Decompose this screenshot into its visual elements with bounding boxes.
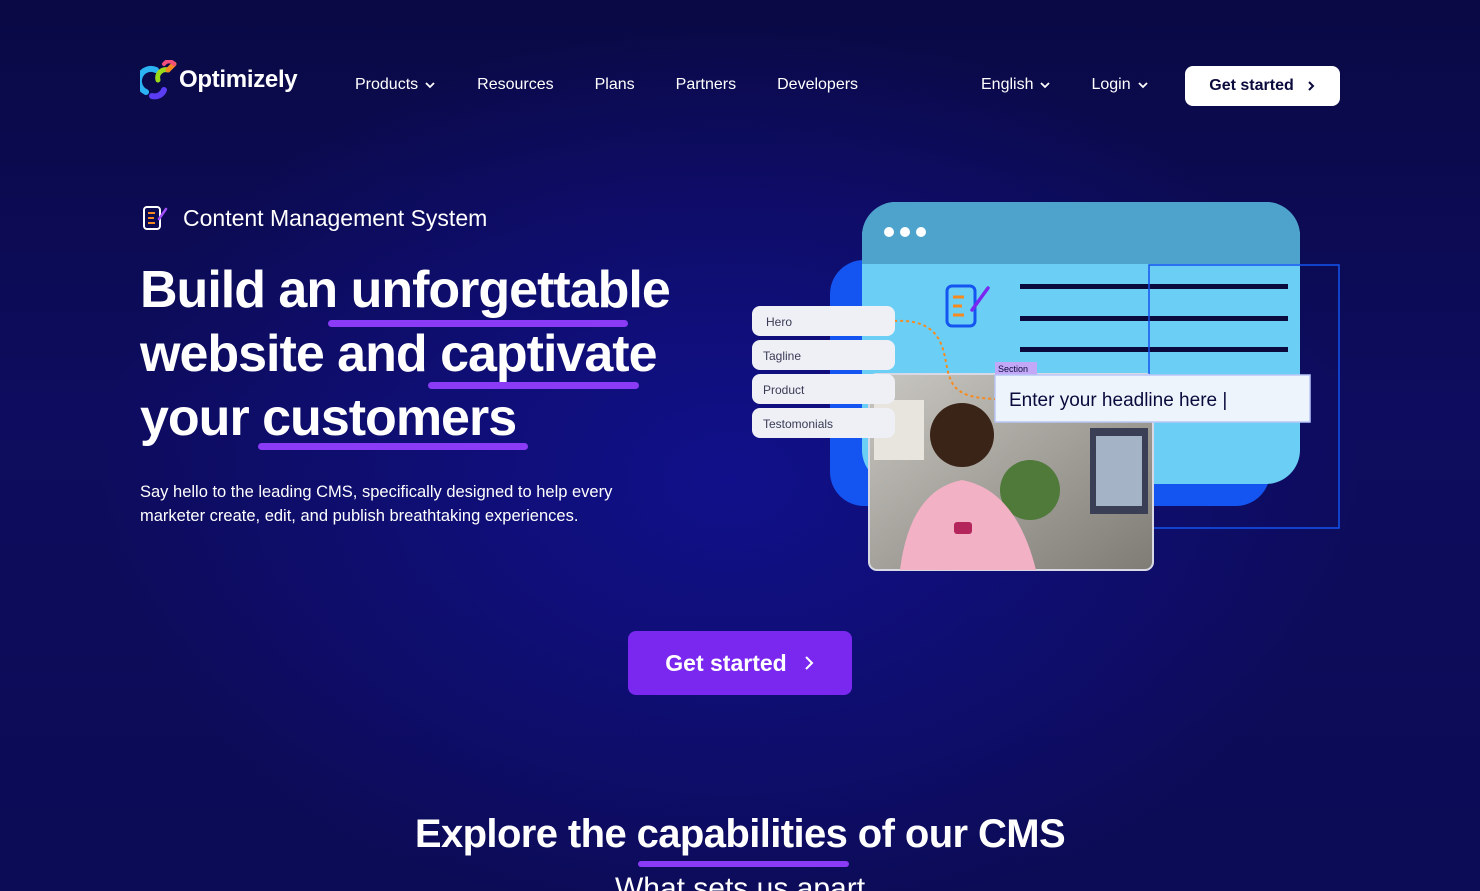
language-label: English xyxy=(981,76,1034,93)
cms-edit-icon xyxy=(143,206,168,230)
nav-item-label: Plans xyxy=(594,76,635,93)
chevron-right-icon xyxy=(805,656,814,670)
block-label: Testomonials xyxy=(763,417,833,431)
product-eyebrow: Content Management System xyxy=(141,203,487,233)
chevron-right-icon xyxy=(1308,81,1315,91)
window-dot xyxy=(900,227,910,237)
logo[interactable]: Optimizely xyxy=(140,60,298,100)
login-label: Login xyxy=(1091,76,1131,93)
chevron-down-icon xyxy=(1138,82,1148,89)
explore-underline xyxy=(638,861,849,867)
explore-text: Explore the xyxy=(414,812,637,856)
headline-field-text: Enter your headline here | xyxy=(1009,390,1227,411)
logo-text: Optimizely xyxy=(179,66,298,93)
nav-item-products[interactable]: Products xyxy=(355,76,436,94)
nav-get-started-button[interactable]: Get started xyxy=(1185,66,1340,106)
window-dot xyxy=(884,227,894,237)
nav-item-label: Partners xyxy=(675,76,737,93)
nav-cta-label: Get started xyxy=(1209,77,1294,94)
headline-emphasis: unforgettable xyxy=(350,261,671,319)
chevron-down-icon xyxy=(1040,82,1051,89)
headline-underline xyxy=(328,320,628,327)
chevron-down-icon xyxy=(425,82,435,89)
nav-item-label: Products xyxy=(355,76,419,93)
headline-text: and xyxy=(323,325,441,383)
nav-utilities: English Login xyxy=(981,76,1189,94)
cms-illustration: Section Enter your headline here | Hero … xyxy=(752,202,1340,571)
headline-underline xyxy=(258,443,528,450)
block-label: Product xyxy=(763,383,805,397)
headline-text: website xyxy=(140,325,325,383)
headline-text: Build an xyxy=(140,261,351,319)
nav-item-label: Resources xyxy=(477,76,554,93)
explore-emphasis: capabilities xyxy=(636,812,848,856)
top-navigation: Optimizely Products Resources Plans Part… xyxy=(0,0,1480,172)
hero-headline: Build an unforgettable website and capti… xyxy=(140,258,700,450)
nav-item-partners[interactable]: Partners xyxy=(676,76,736,94)
eyebrow-label: Content Management System xyxy=(183,204,488,231)
window-dot xyxy=(916,227,926,237)
primary-nav: Products Resources Plans Partners Develo… xyxy=(355,76,899,94)
headline-text: your xyxy=(140,389,263,447)
login-menu[interactable]: Login xyxy=(1091,76,1148,94)
hero-subcopy: Say hello to the leading CMS, specifical… xyxy=(140,483,613,525)
nav-item-label: Developers xyxy=(777,76,859,93)
explore-subheading: What sets us apart xyxy=(614,872,866,891)
explore-heading: Explore the capabilities of our CMS xyxy=(0,812,1480,857)
hero-get-started-button[interactable]: Get started xyxy=(628,631,852,695)
headline-emphasis: customers xyxy=(262,389,517,447)
explore-text: of our CMS xyxy=(847,812,1066,856)
block-label: Tagline xyxy=(763,349,801,363)
optimizely-logo-icon xyxy=(140,60,177,100)
headline-emphasis: captivate xyxy=(440,325,657,383)
nav-item-plans[interactable]: Plans xyxy=(595,76,635,94)
block-label: Hero xyxy=(766,315,792,329)
section-tag-label: Section xyxy=(998,364,1028,374)
headline-underline xyxy=(428,382,639,389)
nav-item-resources[interactable]: Resources xyxy=(477,76,553,94)
nav-item-developers[interactable]: Developers xyxy=(777,76,858,94)
language-selector[interactable]: English xyxy=(981,76,1051,94)
hero-cta-label: Get started xyxy=(665,649,787,676)
